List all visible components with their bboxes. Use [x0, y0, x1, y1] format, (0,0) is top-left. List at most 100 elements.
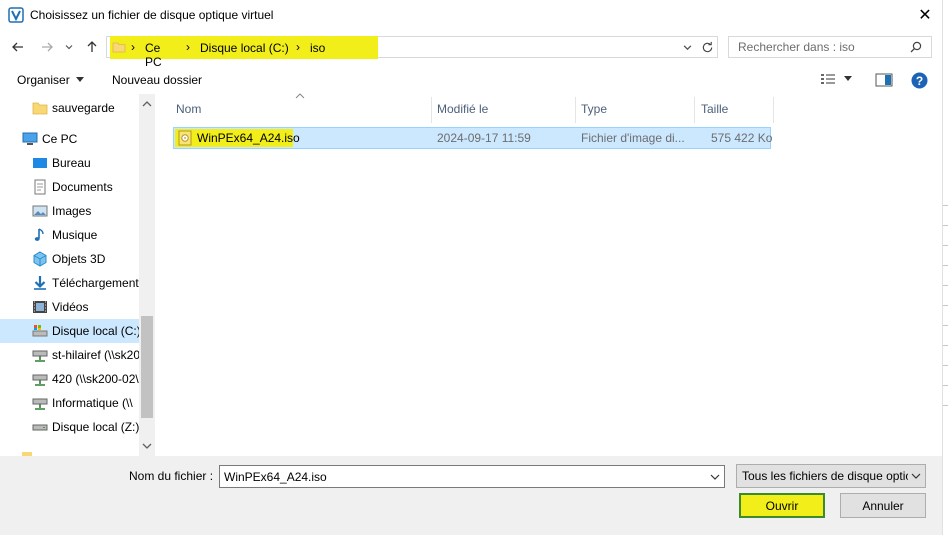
background-gridline — [943, 285, 948, 286]
network-drive-icon — [32, 374, 48, 386]
nav-item-label: Vidéos — [52, 300, 89, 314]
chevron-down-icon — [683, 44, 691, 50]
videos-icon — [33, 301, 47, 313]
music-icon — [34, 228, 44, 241]
nav-item-label: Bureau — [52, 156, 91, 170]
disc-image-file-icon — [178, 130, 192, 146]
folder-icon — [32, 102, 48, 115]
background-gridline — [943, 345, 948, 346]
cancel-button[interactable]: Annuler — [840, 493, 926, 518]
background-gridline — [943, 365, 948, 366]
virtualbox-app-icon — [8, 7, 24, 23]
nav-item-disque-c[interactable]: Disque local (C:) — [0, 319, 139, 343]
arrow-up-icon — [87, 41, 97, 52]
help-icon[interactable]: ? — [911, 72, 928, 89]
background-gridline — [943, 245, 948, 246]
scroll-up-icon[interactable] — [142, 100, 152, 108]
preview-pane-icon[interactable] — [875, 73, 893, 87]
close-icon: ✕ — [918, 7, 932, 24]
svg-text:?: ? — [916, 74, 923, 88]
nav-scrollbar-thumb[interactable] — [141, 316, 153, 418]
forward-button[interactable] — [37, 37, 57, 57]
search-icon[interactable] — [910, 41, 922, 53]
network-drive-icon — [32, 398, 48, 410]
sort-ascending-icon — [295, 93, 305, 99]
nav-item-label: Objets 3D — [52, 252, 106, 266]
column-divider[interactable] — [694, 97, 695, 123]
pictures-icon — [32, 205, 48, 217]
background-gridline — [943, 205, 948, 206]
column-divider[interactable] — [431, 97, 432, 123]
file-type-filter-value: Tous les fichiers de disque optic — [742, 469, 908, 483]
nav-item-label: st-hilairef (\\sk20 — [52, 348, 141, 362]
details-view-icon — [821, 74, 835, 84]
background-gridline — [943, 265, 948, 266]
caret-down-icon — [844, 76, 852, 81]
breadcrumb-separator: › — [296, 40, 300, 54]
nav-item-label: Ce PC — [42, 132, 78, 146]
3d-objects-icon — [33, 251, 47, 267]
file-name: WinPEx64_A24.iso — [197, 131, 300, 145]
nav-item-label: Disque local (Z:) — [52, 420, 140, 434]
desktop-icon — [33, 158, 47, 168]
nav-item-informatique[interactable]: Informatique (\\ — [32, 391, 139, 415]
breadcrumb-separator: › — [186, 40, 190, 54]
address-dropdown-button[interactable] — [679, 37, 695, 57]
window-title: Choisissez un fichier de disque optique … — [30, 8, 274, 22]
open-button[interactable]: Ouvrir — [739, 493, 825, 518]
nav-item-label: Musique — [52, 228, 98, 242]
arrow-right-icon — [42, 42, 53, 52]
arrow-left-icon — [12, 42, 23, 52]
network-drive-icon — [32, 350, 48, 362]
organize-label: Organiser — [17, 73, 70, 87]
chevron-down-icon[interactable] — [911, 472, 921, 480]
caret-down-icon — [75, 77, 84, 82]
nav-item-label: Téléchargements — [52, 276, 145, 290]
view-options-button[interactable] — [820, 72, 852, 86]
new-folder-button[interactable]: Nouveau dossier — [112, 73, 202, 87]
file-modified: 2024-09-17 11:59 — [437, 131, 531, 145]
file-type: Fichier d'image di... — [581, 131, 685, 145]
folder-icon — [112, 42, 126, 53]
up-button[interactable] — [82, 37, 102, 57]
column-header-name[interactable]: Nom — [176, 97, 201, 121]
background-gridline — [943, 405, 948, 406]
breadcrumb-separator: › — [131, 40, 135, 54]
refresh-button[interactable] — [698, 37, 716, 57]
nav-item-label: Documents — [52, 180, 113, 194]
open-button-label: Ouvrir — [765, 498, 799, 513]
breadcrumb-ce-pc[interactable]: Ce PC — [145, 41, 162, 69]
background-gridline — [943, 225, 948, 226]
nav-item-label: Disque local (C:) — [52, 324, 139, 338]
scroll-down-icon[interactable] — [142, 442, 152, 450]
back-button[interactable] — [8, 37, 28, 57]
chevron-down-icon[interactable] — [710, 473, 720, 481]
search-placeholder: Rechercher dans : iso — [738, 40, 855, 54]
nav-item-label: Images — [52, 204, 92, 218]
column-header-size[interactable]: Taille — [701, 97, 728, 121]
filename-input[interactable]: WinPEx64_A24.iso — [224, 470, 327, 484]
drive-icon — [32, 424, 48, 431]
chevron-down-icon — [65, 45, 73, 50]
downloads-icon — [34, 276, 46, 290]
background-gridline — [943, 325, 948, 326]
nav-item-label: sauvegarde — [52, 101, 115, 115]
breadcrumb-iso[interactable]: iso — [310, 41, 325, 55]
background-gridline — [943, 385, 948, 386]
refresh-icon — [702, 41, 712, 52]
nav-item-label: 420 (\\sk200-02\ — [52, 372, 139, 386]
file-size: 575 422 Ko — [711, 131, 773, 145]
cancel-button-label: Annuler — [862, 498, 904, 513]
documents-icon — [34, 179, 46, 195]
background-gridline — [943, 305, 948, 306]
column-divider[interactable] — [575, 97, 576, 123]
breadcrumb-disque-c[interactable]: Disque local (C:) — [200, 41, 289, 55]
recent-locations-button[interactable] — [62, 37, 76, 57]
column-header-type[interactable]: Type — [581, 97, 607, 121]
column-divider[interactable] — [773, 97, 774, 123]
filename-label: Nom du fichier : — [129, 469, 214, 483]
organize-button[interactable]: Organiser — [17, 73, 84, 87]
background-window-edge — [942, 0, 948, 535]
drive-icon — [32, 325, 48, 337]
column-header-modified[interactable]: Modifié le — [437, 97, 488, 121]
